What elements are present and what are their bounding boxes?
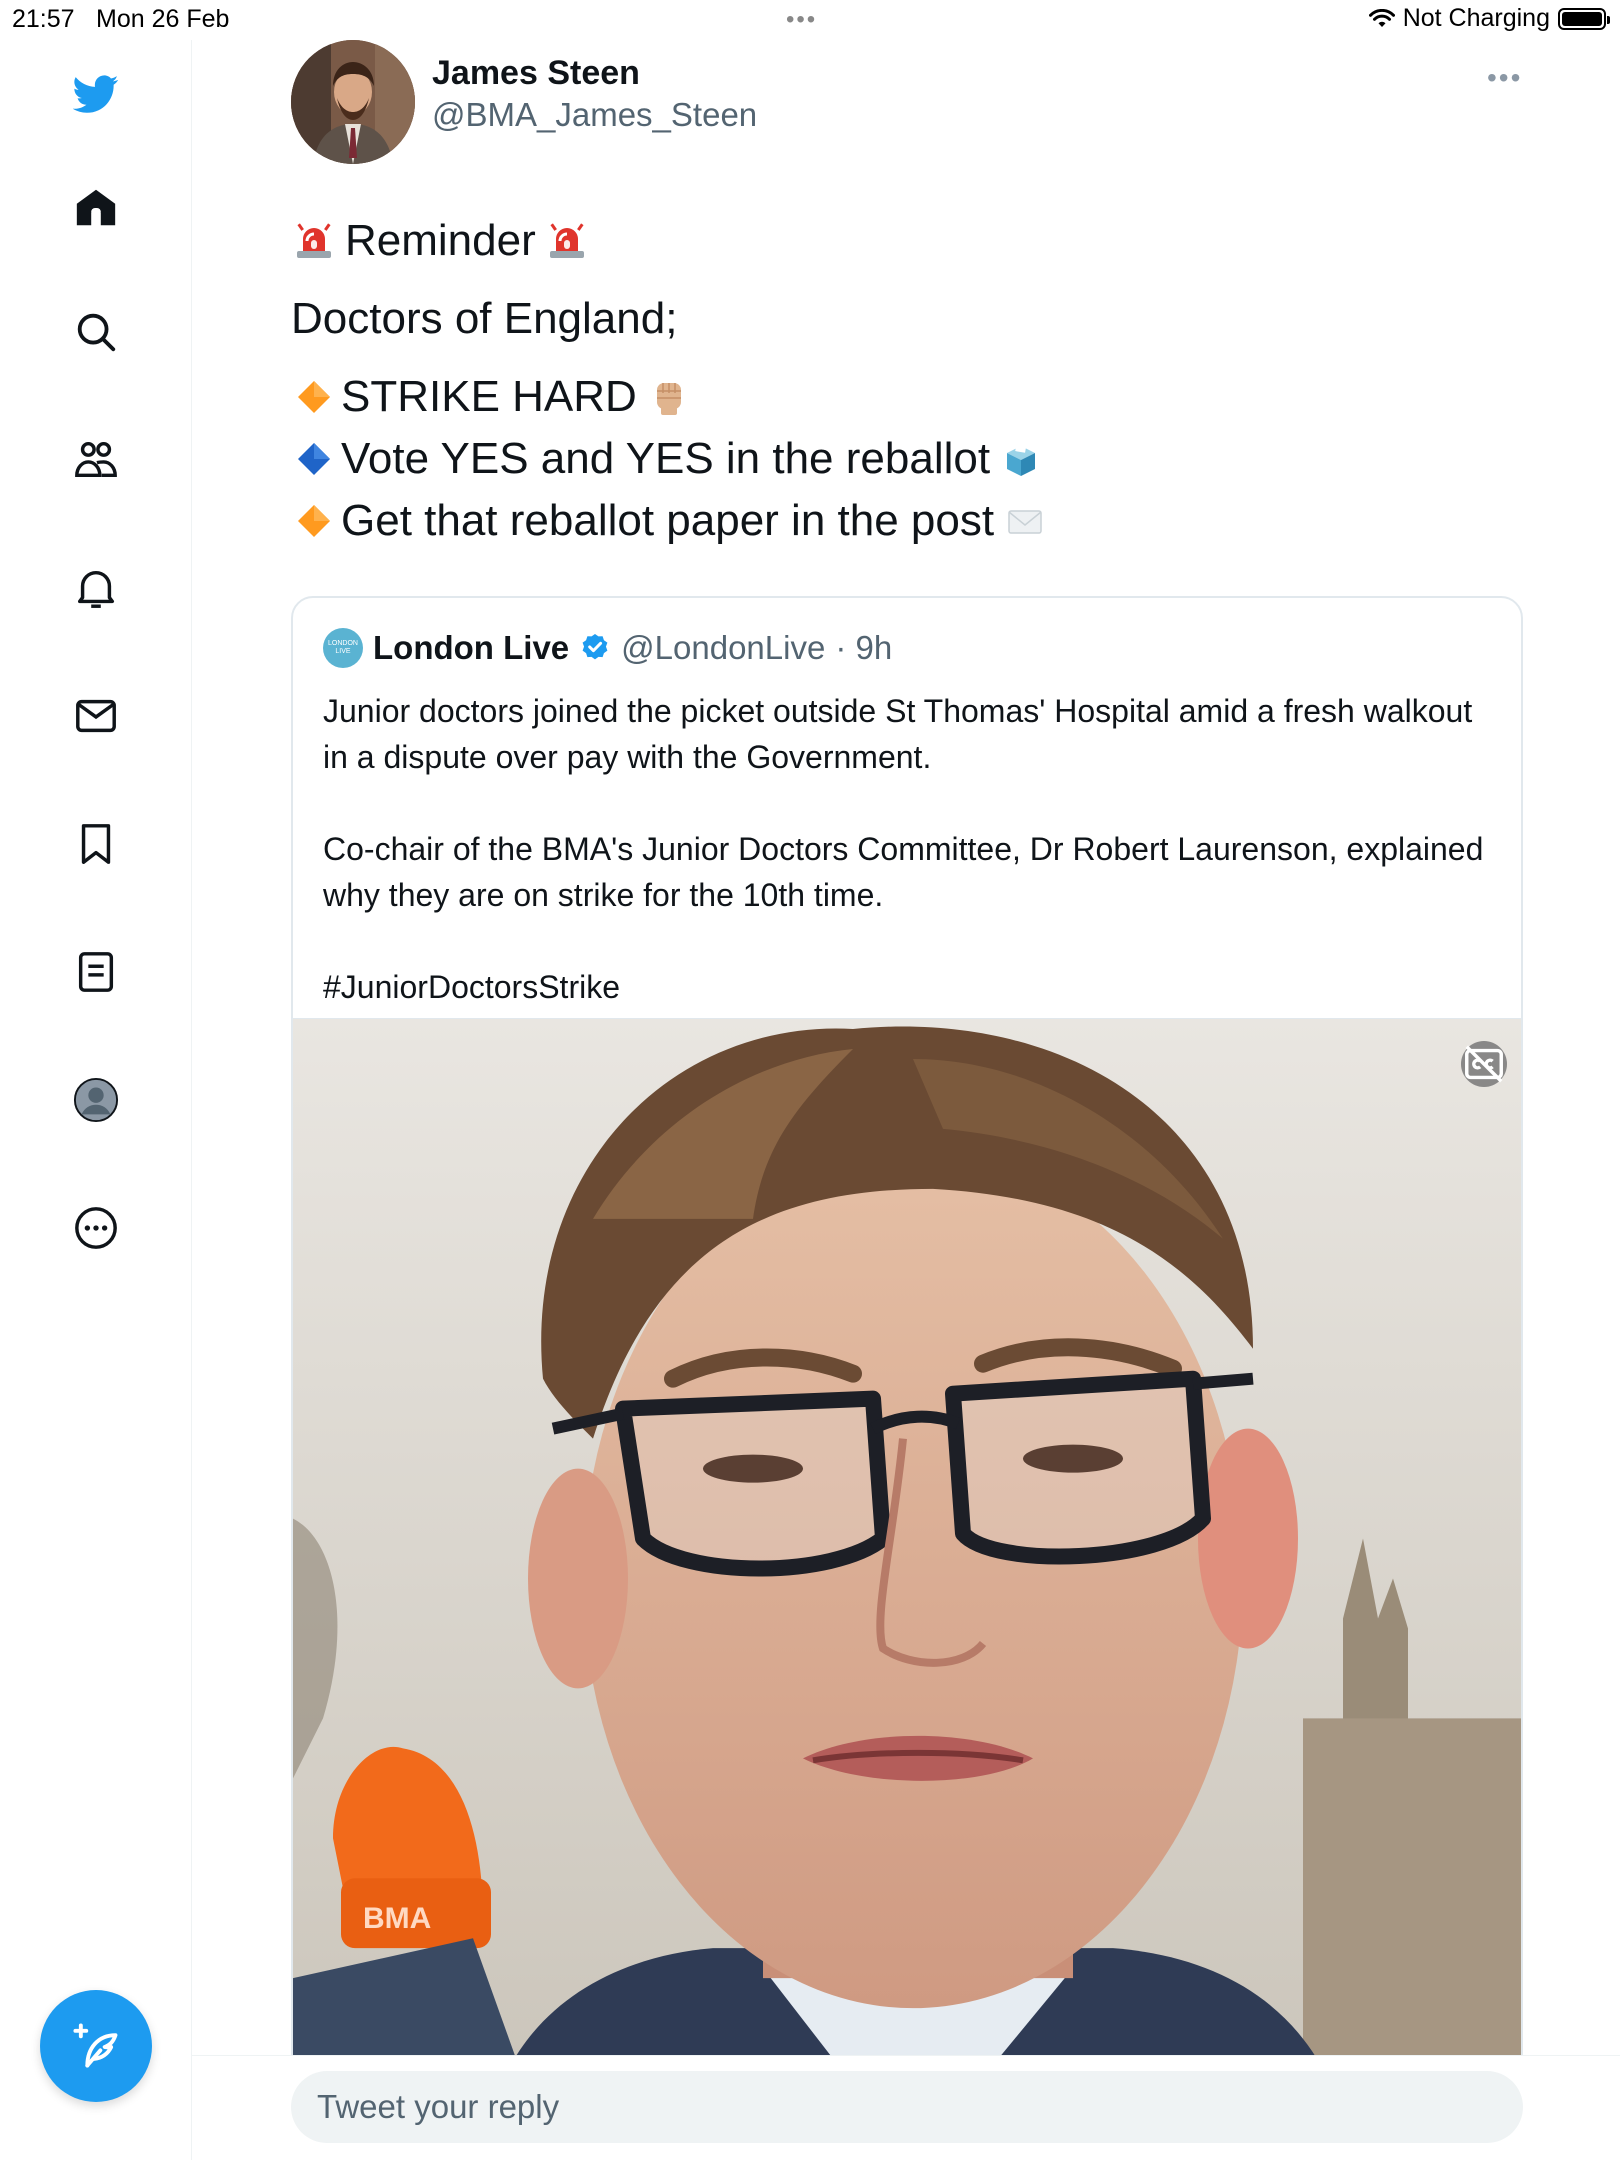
tweet-post-text: Get that reballot paper in the post (341, 496, 995, 545)
sidebar (0, 40, 192, 2160)
video-frame: BMA (293, 1019, 1521, 2158)
compose-tweet-button[interactable] (40, 1990, 152, 2102)
captions-icon[interactable] (1461, 1041, 1507, 1087)
tweet-vote-text: Vote YES and YES in the reballot (341, 434, 991, 483)
tweet-line-vote: Vote YES and YES in the reballot (291, 428, 1531, 490)
search-icon[interactable] (66, 302, 126, 362)
battery-icon (1558, 7, 1610, 30)
tweet-line-doctors: Doctors of England; (291, 288, 1531, 350)
siren-emoji-icon (544, 218, 590, 264)
status-time: 21:57 (12, 5, 75, 33)
status-bar: 21:57 Mon 26 Feb ••• Not Charging (0, 0, 1620, 40)
charging-status: Not Charging (1402, 4, 1550, 32)
quoted-author-name[interactable]: London Live (373, 629, 569, 667)
more-icon[interactable] (66, 1198, 126, 1258)
multitasking-dots-icon[interactable]: ••• (786, 6, 817, 34)
bookmarks-icon[interactable] (66, 814, 126, 874)
notifications-icon[interactable] (66, 558, 126, 618)
tweet-line-strike: STRIKE HARD (291, 366, 1531, 428)
author-avatar[interactable] (291, 40, 415, 164)
quoted-tweet-time: · 9h (835, 629, 893, 666)
tweet-reminder-text: Reminder (345, 216, 536, 265)
london-live-logo-text: LONDON LIVE (328, 640, 358, 655)
quoted-paragraph-1: Junior doctors joined the picket outside… (323, 693, 1473, 775)
blue-diamond-icon (291, 436, 337, 482)
quoted-paragraph-2: Co-chair of the BMA's Junior Doctors Com… (323, 831, 1484, 913)
quoted-tweet-header: LONDON LIVE London Live @LondonLive · 9h (323, 628, 892, 668)
verified-badge-icon (582, 634, 608, 660)
lists-icon[interactable] (66, 942, 126, 1002)
status-date: Mon 26 Feb (96, 5, 230, 33)
profile-icon[interactable] (66, 1070, 126, 1130)
orange-diamond-icon (291, 498, 337, 544)
reply-input[interactable] (291, 2071, 1523, 2143)
quoted-hashtag[interactable]: #JuniorDoctorsStrike (323, 964, 1493, 1010)
orange-diamond-icon (291, 374, 337, 420)
wifi-icon (1368, 8, 1395, 27)
london-live-logo[interactable]: LONDON LIVE (323, 628, 363, 668)
quoted-video[interactable]: BMA (293, 1018, 1521, 2158)
reply-bar (192, 2055, 1620, 2160)
author-name[interactable]: James Steen (432, 54, 640, 93)
quoted-author-handle[interactable]: @LondonLive (621, 629, 825, 667)
tweet-more-options-icon[interactable]: ••• (1487, 62, 1522, 94)
envelope-icon (1002, 498, 1048, 544)
tweet-strike-text: STRIKE HARD (341, 372, 637, 421)
raised-fist-icon (645, 374, 691, 420)
communities-icon[interactable] (66, 430, 126, 490)
twitter-bird-icon[interactable] (66, 64, 126, 124)
tweet-doctors-text: Doctors of England; (291, 294, 678, 343)
quoted-tweet-body: Junior doctors joined the picket outside… (323, 688, 1493, 1010)
quoted-tweet-card[interactable]: LONDON LIVE London Live @LondonLive · 9h… (291, 596, 1523, 2160)
author-handle[interactable]: @BMA_James_Steen (432, 96, 757, 134)
tweet-text: Reminder Doctors of England; STRIKE HARD… (291, 210, 1531, 552)
status-right: Not Charging (1368, 4, 1610, 33)
siren-emoji-icon (291, 218, 337, 264)
video-hat-text: BMA (363, 1902, 431, 1935)
messages-icon[interactable] (66, 686, 126, 746)
home-icon[interactable] (66, 178, 126, 238)
tweet-detail: James Steen @BMA_James_Steen ••• Reminde… (192, 40, 1620, 2160)
ballot-box-icon (998, 436, 1044, 482)
compose-tweet-icon (73, 2023, 118, 2068)
tweet-line-post: Get that reballot paper in the post (291, 490, 1531, 552)
tweet-line-reminder: Reminder (291, 210, 1531, 272)
